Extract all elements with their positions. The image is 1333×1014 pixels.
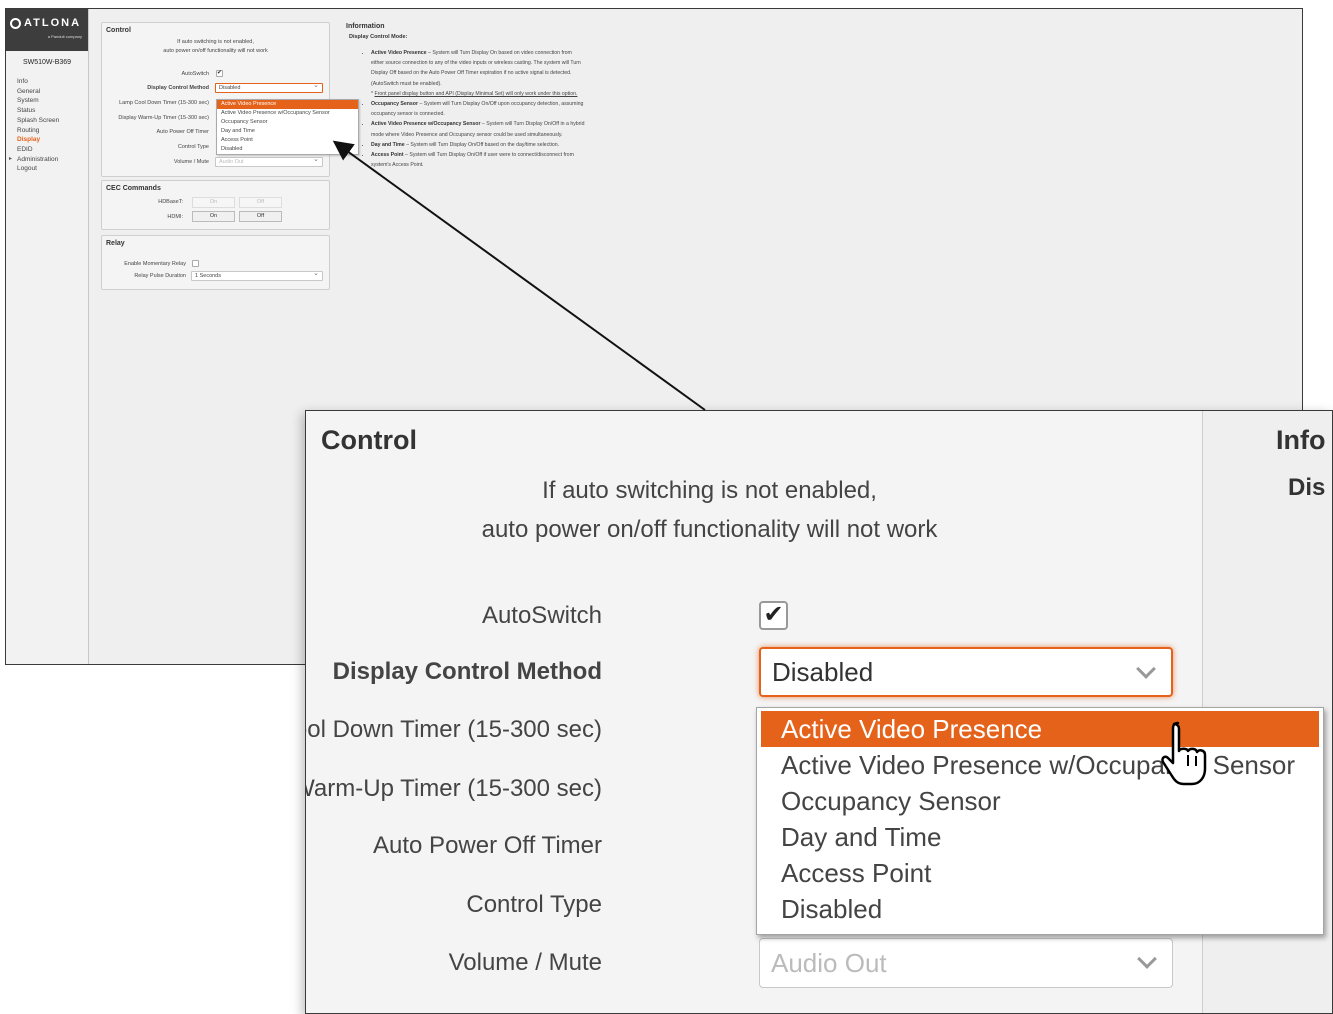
info-item-hybrid: Active Video Presence w/Occupancy Sensor… bbox=[371, 119, 586, 139]
display-warmup-label: Display Warm-Up Timer (15-300 sec) bbox=[118, 115, 209, 121]
information-list: Active Video Presence – System will Turn… bbox=[371, 48, 586, 170]
chevron-down-icon bbox=[1137, 949, 1157, 969]
control-title: Control bbox=[106, 27, 131, 34]
info-item-occupancy: Occupancy Sensor – System will Turn Disp… bbox=[371, 99, 586, 119]
control-notice-line2: auto power on/off functionality will not… bbox=[163, 48, 268, 54]
zoom-control-title: Control bbox=[321, 425, 417, 455]
zoom-method-select[interactable]: Disabled bbox=[759, 647, 1173, 697]
information-title: Information bbox=[346, 23, 385, 30]
info-item-access-point: Access Point – System will Turn Display … bbox=[371, 150, 586, 170]
method-dropdown-list: Active Video Presence Active Video Prese… bbox=[216, 99, 359, 155]
zoom-volume-value: Audio Out bbox=[771, 948, 887, 978]
nav-item-logout[interactable]: Logout bbox=[17, 164, 88, 174]
chevron-down-icon bbox=[1136, 659, 1156, 679]
control-notice-line1: If auto switching is not enabled, bbox=[177, 39, 254, 45]
zoom-volume-label: Volume / Mute bbox=[448, 949, 602, 976]
control-type-label: Control Type bbox=[177, 144, 209, 150]
info-item-note: * Front panel display button and API (Di… bbox=[371, 90, 578, 97]
nav-item-administration[interactable]: Administration bbox=[9, 155, 88, 165]
info-item-day-time: Day and Time – System will Turn Display … bbox=[371, 140, 586, 150]
zoom-method-value: Disabled bbox=[772, 657, 874, 687]
display-control-method-label: Display Control Method bbox=[147, 85, 209, 91]
information-section: Information Display Control Mode: Active… bbox=[346, 23, 586, 170]
momentary-relay-checkbox[interactable] bbox=[192, 260, 199, 267]
relay-title: Relay bbox=[106, 240, 125, 247]
relay-pulse-label: Relay Pulse Duration bbox=[134, 273, 186, 279]
zoom-notice-line1: If auto switching is not enabled, bbox=[542, 477, 877, 504]
hdbaset-on-button[interactable]: On bbox=[192, 197, 235, 208]
nav-menu: Info General System Status Splash Screen… bbox=[6, 77, 88, 174]
zoom-notice-line2: auto power on/off functionality will not… bbox=[481, 516, 938, 543]
zoom-warmup-label: Display Warm-Up Timer (15-300 sec) bbox=[306, 775, 602, 802]
logo-text: ATLONA bbox=[24, 17, 82, 29]
option-active-video-presence[interactable]: Active Video Presence bbox=[217, 100, 358, 109]
hand-cursor-icon bbox=[1161, 721, 1207, 786]
nav-item-splash-screen[interactable]: Splash Screen bbox=[17, 116, 88, 126]
nav-item-general[interactable]: General bbox=[17, 87, 88, 97]
auto-power-off-label: Auto Power Off Timer bbox=[156, 129, 209, 135]
option-day-and-time[interactable]: Day and Time bbox=[217, 127, 358, 136]
zoom-control-type-label: Control Type bbox=[466, 891, 602, 918]
momentary-relay-label: Enable Momentary Relay bbox=[124, 261, 186, 267]
zoom-inset: Control If auto switching is not enabled… bbox=[305, 410, 1333, 1014]
option-access-point[interactable]: Access Point bbox=[217, 136, 358, 145]
hdbaset-off-button[interactable]: Off bbox=[239, 197, 282, 208]
nav-item-info[interactable]: Info bbox=[17, 77, 88, 87]
zoom-option-active-video-presence[interactable]: Active Video Presence bbox=[761, 711, 1319, 747]
display-control-method-select[interactable]: Disabled bbox=[215, 82, 323, 93]
nav-item-system[interactable]: System bbox=[17, 96, 88, 106]
option-active-video-presence-occupancy[interactable]: Active Video Presence w/Occupancy Sensor bbox=[217, 109, 358, 118]
zoom-method-label: Display Control Method bbox=[332, 658, 602, 685]
zoom-option-access-point[interactable]: Access Point bbox=[761, 855, 1319, 891]
zoom-option-active-video-presence-occupancy[interactable]: Active Video Presence w/Occupancy Sensor bbox=[761, 747, 1319, 783]
hdbaset-label: HDBaseT: bbox=[158, 199, 183, 205]
zoom-autopower-label: Auto Power Off Timer bbox=[373, 832, 602, 859]
autoswitch-checkbox[interactable]: ✔ bbox=[216, 70, 223, 77]
lamp-cool-down-label: Lamp Cool Down Timer (15-300 sec) bbox=[119, 100, 209, 106]
zoom-option-day-and-time[interactable]: Day and Time bbox=[761, 819, 1319, 855]
zoom-autoswitch-checkbox[interactable]: ✔ bbox=[759, 601, 788, 630]
option-occupancy-sensor[interactable]: Occupancy Sensor bbox=[217, 118, 358, 127]
cec-title: CEC Commands bbox=[106, 185, 161, 192]
zoom-lamp-label: Lamp Cool Down Timer (15-300 sec) bbox=[306, 716, 602, 743]
option-disabled[interactable]: Disabled bbox=[217, 145, 358, 154]
relay-panel: Relay Enable Momentary Relay Relay Pulse… bbox=[101, 235, 330, 290]
sidebar: ATLONA a Panduit company SW510W-B369 Inf… bbox=[6, 9, 89, 664]
nav-item-display[interactable]: Display bbox=[17, 135, 88, 145]
cec-panel: CEC Commands HDBaseT: On Off HDMI: On Of… bbox=[101, 180, 330, 230]
zoom-information-subtitle: Dis bbox=[1288, 474, 1326, 501]
logo-ring-icon bbox=[10, 17, 21, 29]
info-item-active-video: Active Video Presence – System will Turn… bbox=[371, 48, 586, 89]
atlona-logo: ATLONA bbox=[10, 17, 81, 29]
nav-item-routing[interactable]: Routing bbox=[17, 126, 88, 136]
logo-bar: ATLONA a Panduit company bbox=[6, 9, 88, 51]
zoom-volume-select[interactable]: Audio Out bbox=[759, 938, 1173, 988]
volume-mute-label: Volume / Mute bbox=[173, 159, 209, 165]
hdmi-on-button[interactable]: On bbox=[192, 211, 235, 222]
zoom-autoswitch-label: AutoSwitch bbox=[481, 602, 602, 629]
autoswitch-label: AutoSwitch bbox=[181, 71, 209, 77]
nav-item-status[interactable]: Status bbox=[17, 106, 88, 116]
device-name: SW510W-B369 bbox=[22, 59, 72, 66]
volume-mute-select[interactable]: Audio Out bbox=[215, 156, 323, 167]
hdmi-off-button[interactable]: Off bbox=[239, 211, 282, 222]
information-subtitle: Display Control Mode: bbox=[349, 34, 408, 40]
nav-item-edid[interactable]: EDID bbox=[17, 145, 88, 155]
zoom-method-dropdown-list: Active Video Presence Active Video Prese… bbox=[756, 707, 1324, 935]
zoom-information-title: Info bbox=[1276, 425, 1326, 455]
zoom-option-occupancy-sensor[interactable]: Occupancy Sensor bbox=[761, 783, 1319, 819]
zoom-option-disabled[interactable]: Disabled bbox=[761, 891, 1319, 927]
logo-subtext: a Panduit company bbox=[47, 34, 82, 39]
relay-pulse-select[interactable]: 1 Seconds bbox=[191, 270, 323, 281]
hdmi-label: HDMI: bbox=[167, 214, 183, 220]
